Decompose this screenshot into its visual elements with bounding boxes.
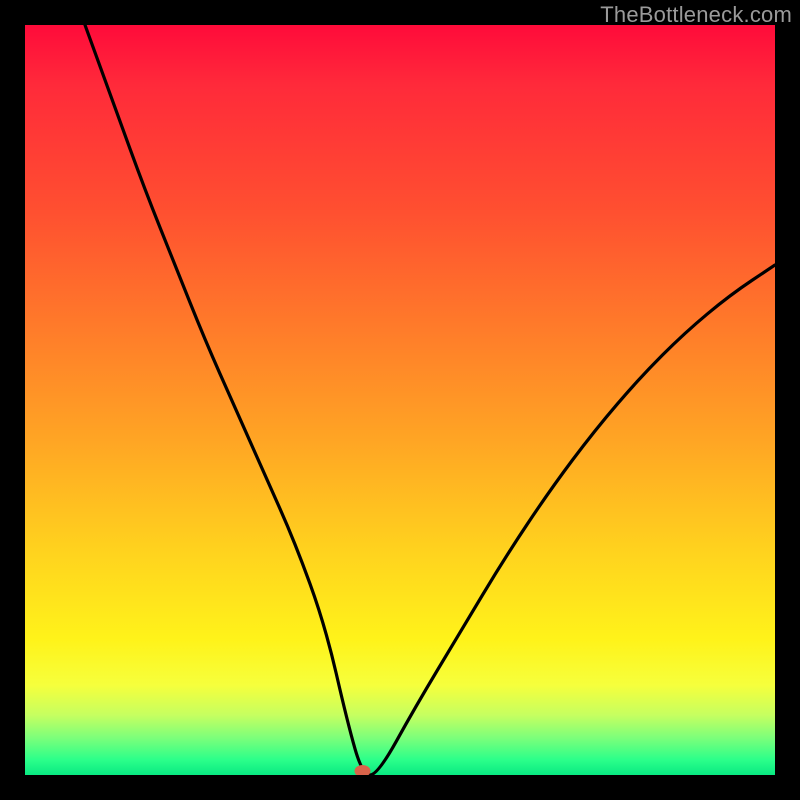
- marker-dot: [355, 765, 371, 775]
- bottleneck-curve-path: [85, 25, 775, 775]
- plot-area: [25, 25, 775, 775]
- curve-svg: [25, 25, 775, 775]
- chart-frame: TheBottleneck.com: [0, 0, 800, 800]
